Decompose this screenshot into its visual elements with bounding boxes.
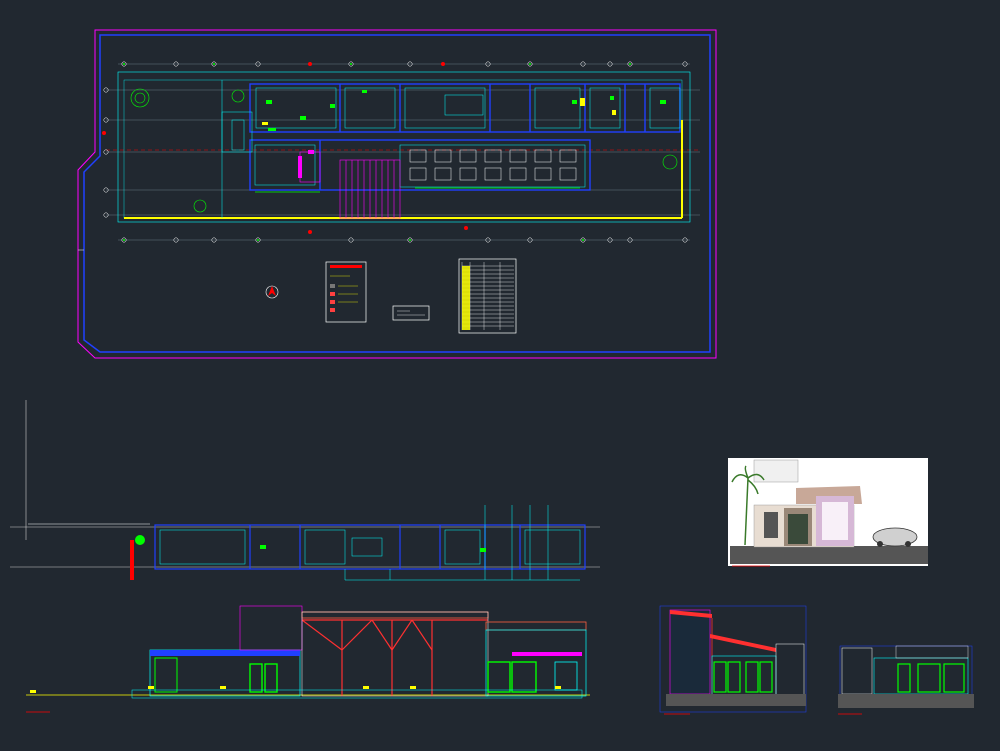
site-plan-sheet [10, 400, 600, 581]
cad-drawing-canvas[interactable] [0, 0, 1000, 751]
dining-tables [409, 149, 577, 181]
sheet-frame-inner [83, 34, 711, 353]
site-boundary [117, 71, 691, 223]
cross-section-a-sheet [659, 605, 807, 715]
tree-symbols [130, 88, 678, 213]
north-arrow-icon [265, 285, 279, 299]
grid-axes [106, 63, 700, 241]
note-box [392, 305, 430, 321]
render-3d-sheet [728, 458, 928, 567]
long-section-sheet [26, 605, 590, 713]
legend-box [325, 261, 367, 323]
cross-section-b-sheet [838, 645, 974, 715]
building-walls [249, 83, 681, 191]
sheet-frame-outer [77, 29, 717, 359]
floor-plan-sheet [77, 29, 717, 359]
schedule-table [458, 258, 517, 334]
